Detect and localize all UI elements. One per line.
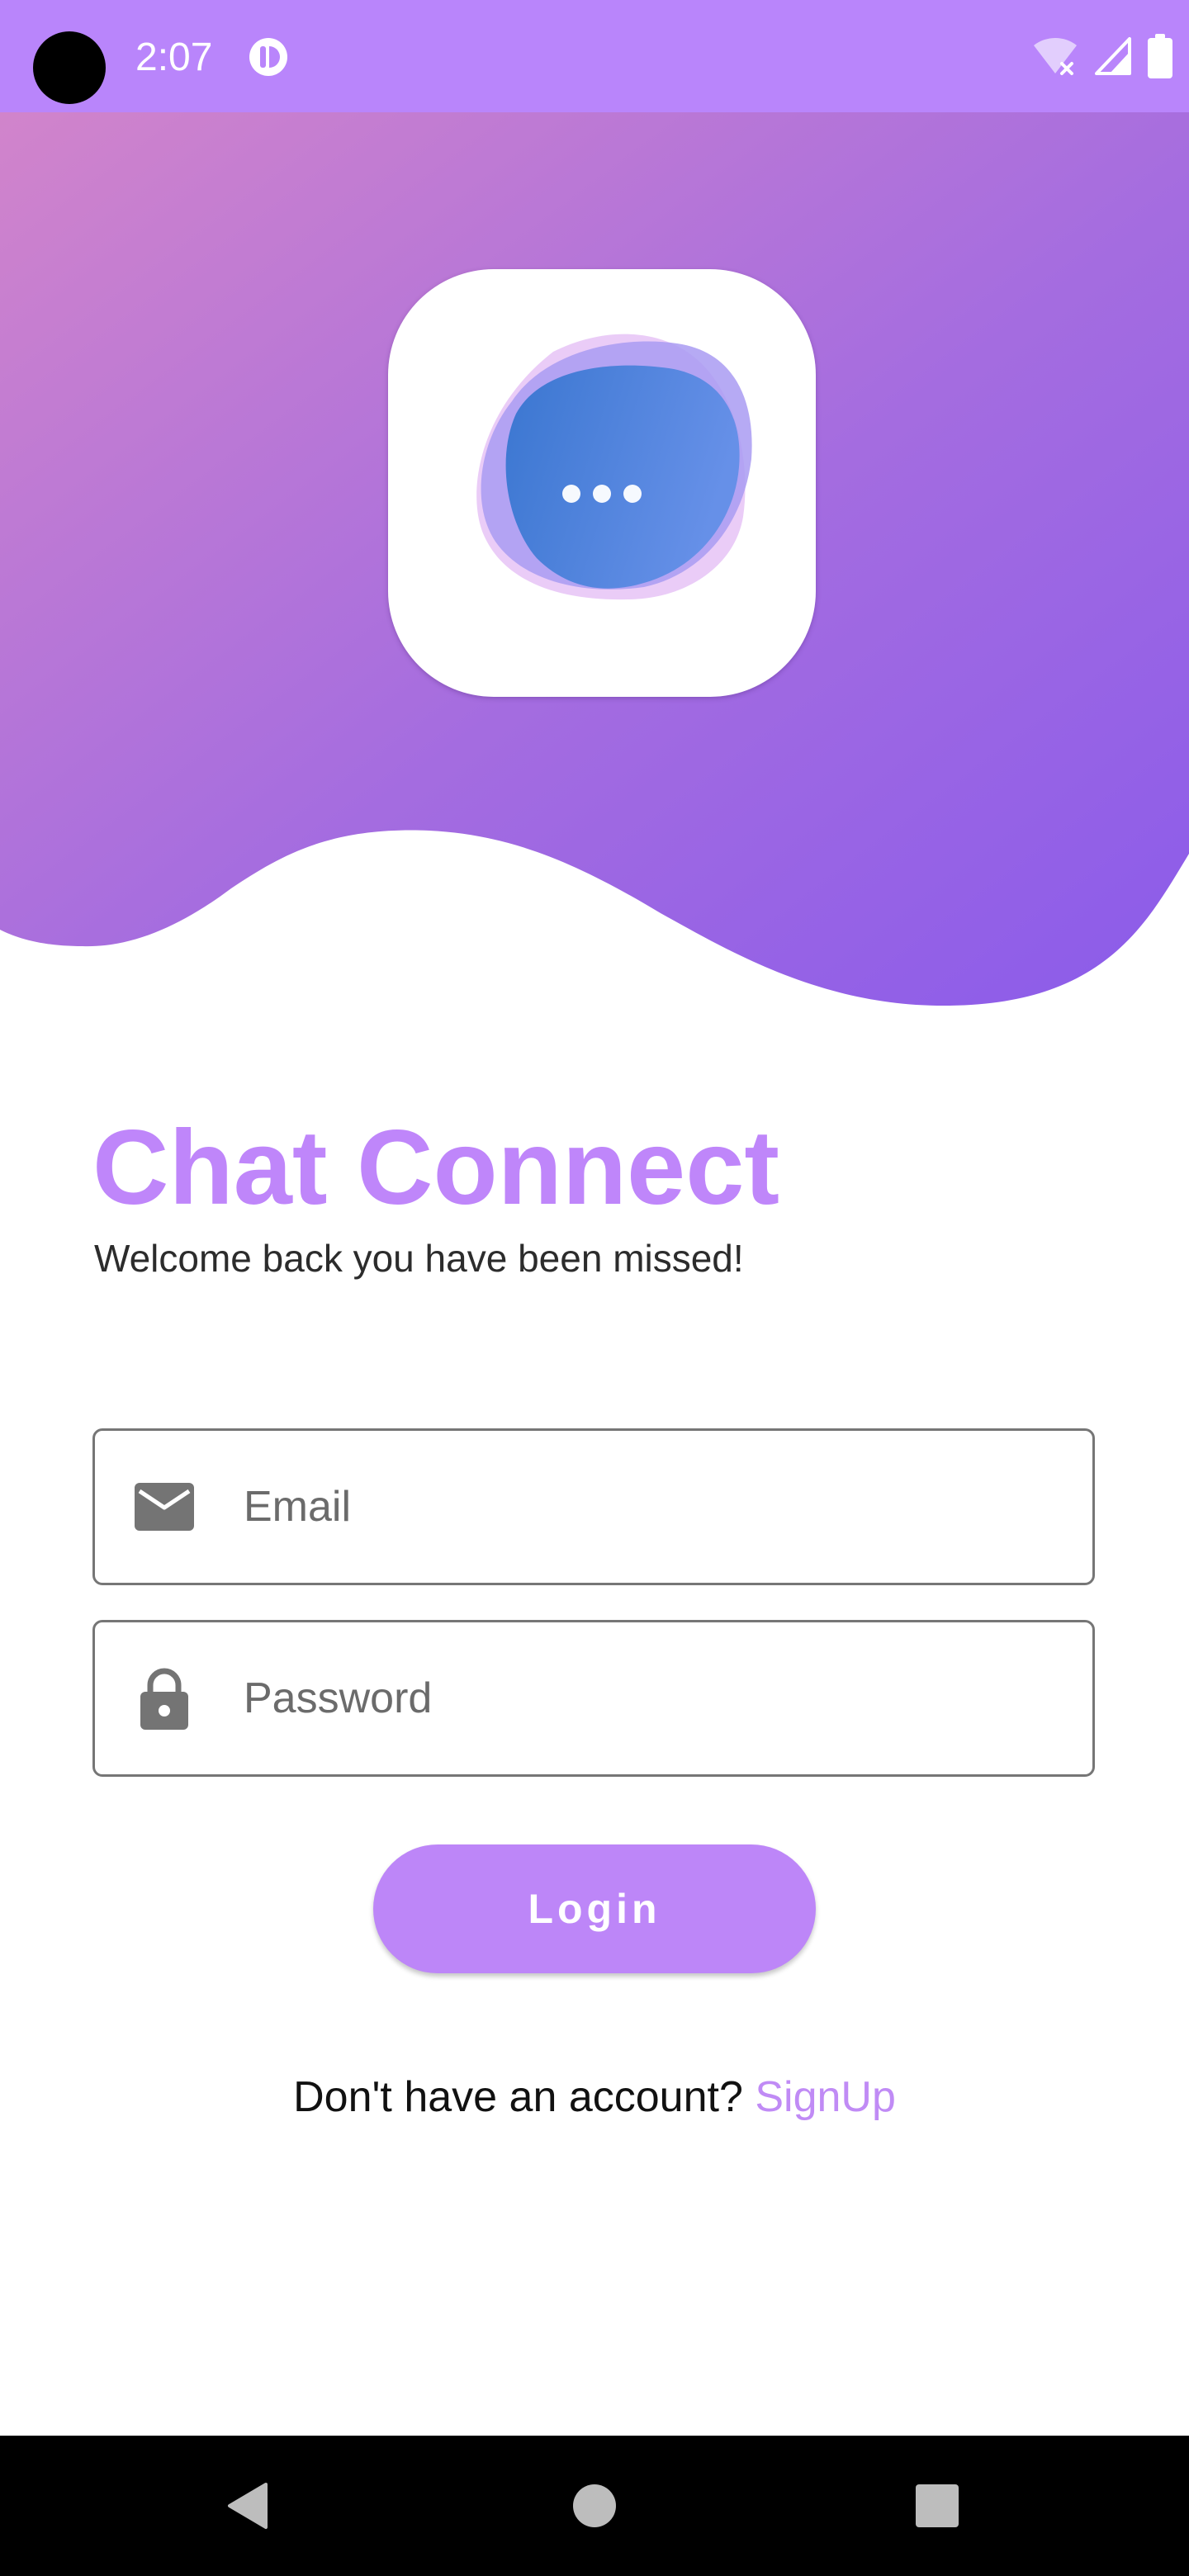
notification-app-icon <box>248 36 289 78</box>
recents-square-icon[interactable] <box>896 2465 978 2547</box>
status-icons <box>1032 33 1172 83</box>
cell-signal-icon <box>1093 36 1133 81</box>
password-field[interactable] <box>92 1620 1095 1777</box>
status-bar: 2:07 <box>0 0 1189 112</box>
app-logo <box>388 269 816 697</box>
camera-cutout <box>33 31 106 104</box>
email-icon <box>133 1475 196 1538</box>
login-button[interactable]: Login <box>373 1844 816 1973</box>
home-circle-icon[interactable] <box>553 2465 636 2547</box>
wifi-off-icon <box>1032 36 1078 81</box>
system-navigation-bar <box>0 2436 1189 2576</box>
battery-full-icon <box>1148 33 1172 83</box>
status-time: 2:07 <box>135 36 213 79</box>
lock-icon <box>133 1667 196 1730</box>
email-input[interactable] <box>244 1431 1053 1583</box>
password-input[interactable] <box>244 1622 1053 1774</box>
back-triangle-icon[interactable] <box>206 2465 289 2547</box>
welcome-subtitle: Welcome back you have been missed! <box>94 1237 744 1280</box>
signup-question: Don't have an account? <box>293 2073 743 2121</box>
signup-prompt: Don't have an account? SignUp <box>0 2064 1189 2130</box>
email-field[interactable] <box>92 1428 1095 1585</box>
signup-link[interactable]: SignUp <box>755 2073 896 2121</box>
app-title: Chat Connect <box>92 1109 779 1227</box>
